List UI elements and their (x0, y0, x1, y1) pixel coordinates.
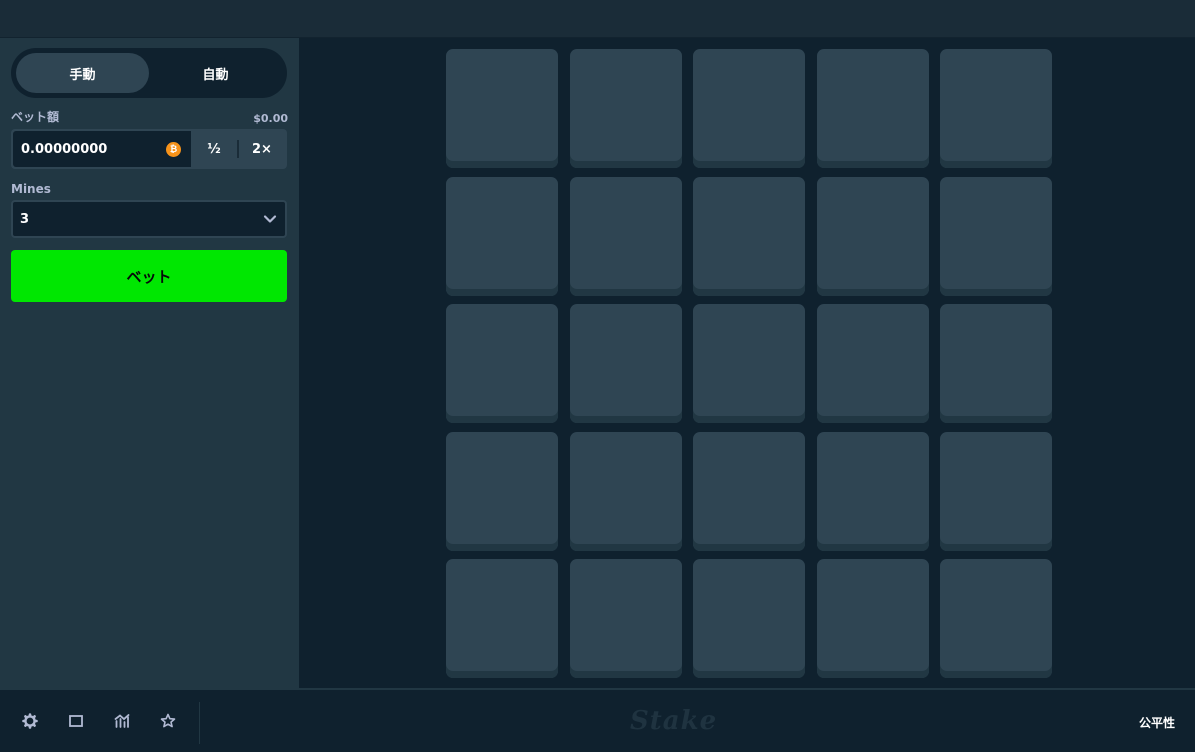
square-icon[interactable] (67, 712, 85, 730)
footer-bar: Stake 公平性 (0, 688, 1195, 752)
mine-tile[interactable] (940, 431, 1052, 551)
mine-tile[interactable] (569, 49, 682, 168)
mine-tile[interactable] (940, 49, 1052, 168)
double-bet-button[interactable]: 2× (239, 131, 285, 167)
mine-tile[interactable] (569, 559, 682, 678)
tab-auto[interactable]: 自動 (149, 53, 282, 93)
bet-amount-field: ₿ (13, 131, 191, 167)
mode-toggle: 手動 自動 (11, 48, 287, 98)
mine-tile[interactable] (446, 431, 558, 551)
fairness-link[interactable]: 公平性 (1139, 714, 1175, 731)
mine-tile[interactable] (816, 49, 929, 168)
bet-amount-label: ベット額 (11, 110, 60, 124)
gear-icon[interactable] (21, 712, 39, 730)
half-bet-button[interactable]: ½ (191, 131, 237, 167)
tab-manual[interactable]: 手動 (16, 53, 149, 93)
top-bar (0, 0, 1195, 38)
footer-divider (199, 702, 200, 744)
bet-amount-group: ₿ ½ 2× (11, 129, 287, 169)
chevron-down-icon (263, 212, 277, 226)
mine-tile[interactable] (569, 176, 682, 296)
mine-tile[interactable] (816, 431, 929, 551)
mine-tile[interactable] (446, 49, 558, 168)
mine-tile[interactable] (940, 176, 1052, 296)
bet-amount-input[interactable] (21, 141, 151, 157)
mine-tile[interactable] (693, 49, 805, 168)
mine-tile[interactable] (816, 176, 929, 296)
stake-logo: Stake (630, 706, 718, 736)
mine-tile[interactable] (693, 559, 805, 678)
mine-tile[interactable] (693, 431, 805, 551)
mine-tile[interactable] (816, 559, 929, 678)
bet-button[interactable]: ベット (11, 250, 287, 302)
mines-grid (446, 49, 1052, 678)
mine-tile[interactable] (693, 176, 805, 296)
mine-tile[interactable] (693, 304, 805, 423)
mine-tile[interactable] (446, 176, 558, 296)
mines-label: Mines (11, 182, 51, 196)
mines-selected-value: 3 (20, 211, 30, 227)
mine-tile[interactable] (569, 304, 682, 423)
bet-amount-usd: $0.00 (253, 112, 288, 125)
star-icon[interactable] (159, 712, 177, 730)
chart-icon[interactable] (113, 712, 131, 730)
mine-tile[interactable] (940, 304, 1052, 423)
mines-label-row: Mines (11, 180, 288, 196)
mine-tile[interactable] (816, 304, 929, 423)
bet-sidebar: 手動 自動 ベット額 $0.00 ₿ ½ 2× Mines 3 ベット (0, 38, 299, 688)
mine-tile[interactable] (569, 431, 682, 551)
mine-tile[interactable] (446, 559, 558, 678)
mines-select[interactable]: 3 (11, 200, 287, 238)
mine-tile[interactable] (940, 559, 1052, 678)
bitcoin-icon: ₿ (166, 141, 181, 157)
game-area (299, 38, 1195, 688)
mine-tile[interactable] (446, 304, 558, 423)
bet-amount-label-row: ベット額 $0.00 (11, 109, 288, 125)
